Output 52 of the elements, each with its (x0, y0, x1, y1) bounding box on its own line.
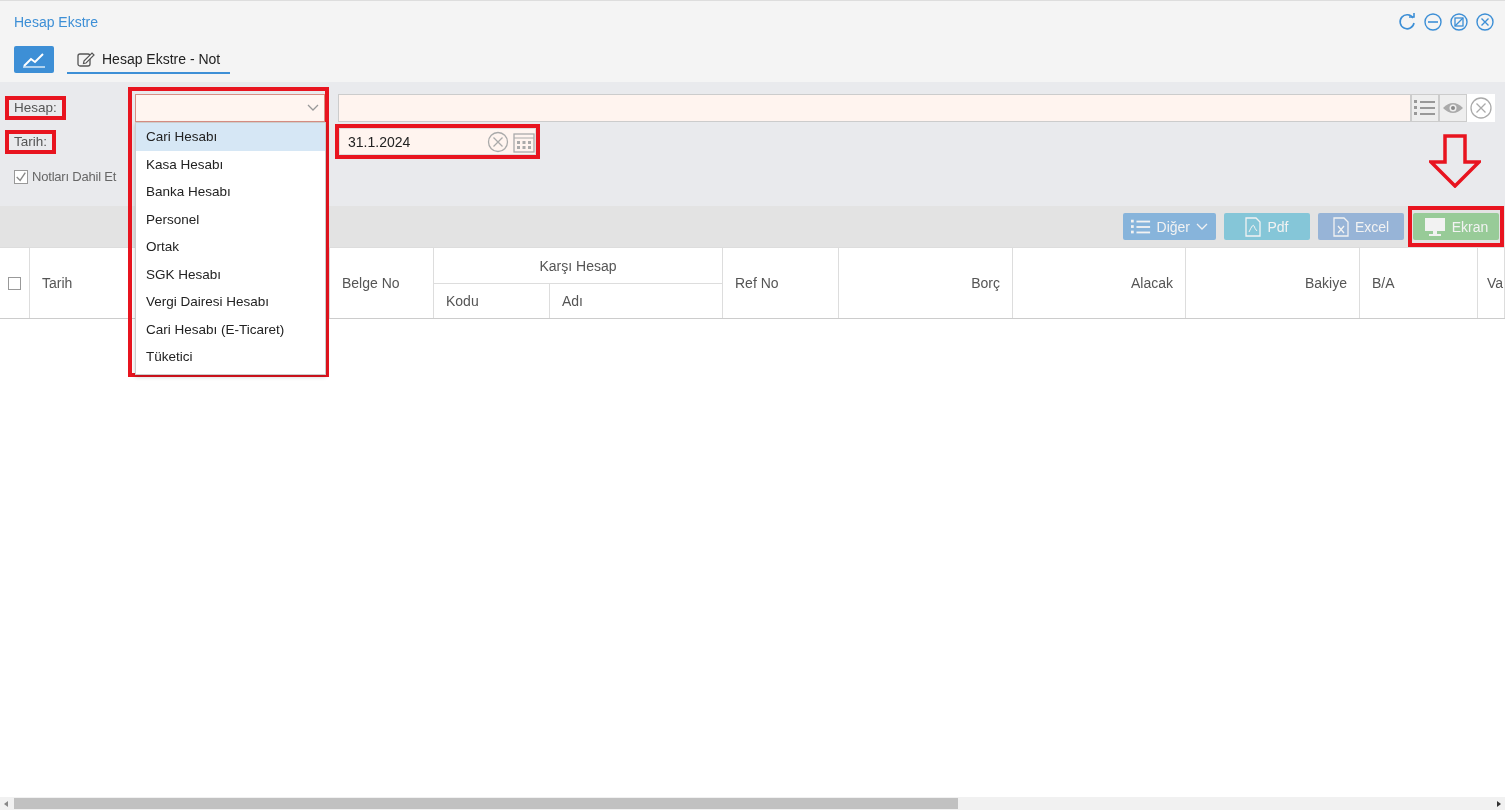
clear-icon[interactable] (487, 130, 509, 153)
dropdown-option[interactable]: Cari Hesabı (E-Ticaret) (136, 315, 325, 343)
dropdown-option[interactable]: Banka Hesabı (136, 178, 325, 206)
close-icon[interactable] (1475, 11, 1495, 32)
numbered-list-icon (1414, 98, 1436, 117)
dropdown-option[interactable]: Personel (136, 205, 325, 233)
column-header: Ref No (723, 248, 839, 318)
refresh-icon[interactable] (1397, 11, 1417, 32)
chart-icon (22, 51, 46, 68)
field-label: Tarih: (14, 134, 47, 149)
window-title: Hesap Ekstre (14, 13, 99, 30)
column-header: Borç (839, 248, 1013, 318)
account-type-select[interactable] (135, 94, 325, 122)
chevron-icon (307, 104, 319, 112)
field-label: Hesap: (14, 100, 57, 115)
edit-icon (77, 50, 95, 68)
column-header: Alacak (1013, 248, 1186, 318)
column-header: Adı (550, 283, 723, 318)
list-button[interactable] (1411, 93, 1439, 122)
dropdown-option[interactable]: Vergi Dairesi Hesabı (136, 288, 325, 316)
column-header: Karşı Hesap (434, 248, 723, 283)
pdf-file-icon (1245, 216, 1262, 237)
left-arrow-icon[interactable] (2, 799, 10, 808)
date-field[interactable]: 31.1.2024 (339, 128, 536, 155)
column-header: Bakiye (1186, 248, 1360, 318)
checkbox-label: Notları Dahil Et (32, 169, 117, 184)
down-arrow-icon (1429, 134, 1481, 188)
restore-icon[interactable] (1449, 11, 1469, 32)
view-button[interactable] (1439, 93, 1467, 122)
minimize-icon[interactable] (1423, 11, 1443, 32)
column-header: Belge No (330, 248, 434, 318)
tab[interactable]: Hesap Ekstre - Not (67, 46, 231, 74)
numbered-list-icon (1130, 217, 1151, 236)
eye-icon (1442, 100, 1464, 115)
dropdown-option[interactable]: SGK Hesabı (136, 260, 325, 288)
monitor-icon (1423, 216, 1446, 237)
chart-button[interactable] (14, 46, 54, 73)
column-header: Va (1478, 248, 1505, 318)
calendar-icon[interactable] (513, 130, 535, 153)
clear-icon[interactable] (1470, 96, 1492, 119)
dropdown-option[interactable]: Kasa Hesabı (136, 150, 325, 178)
horizontal-scrollbar[interactable] (0, 797, 1505, 810)
right-arrow-icon[interactable] (1495, 799, 1503, 808)
checkbox[interactable] (14, 169, 28, 184)
column-header: Kodu (434, 283, 550, 318)
chevron-icon (1196, 222, 1208, 231)
column-header: B/A (1360, 248, 1478, 318)
account-field[interactable] (338, 93, 1411, 122)
checkbox[interactable] (8, 276, 21, 290)
excel-file-icon (1332, 216, 1349, 237)
dropdown-option[interactable]: Cari Hesabı (136, 123, 325, 151)
dropdown-option[interactable]: Tüketici (136, 343, 325, 371)
